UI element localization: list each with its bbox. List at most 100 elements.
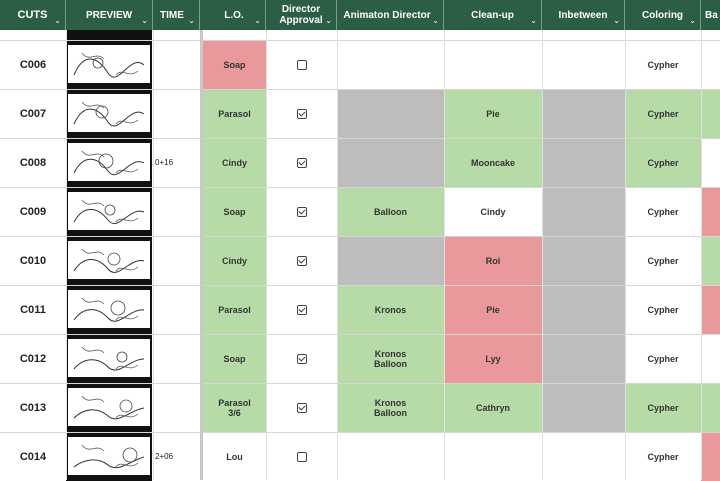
approval-checkbox[interactable] (296, 353, 307, 364)
approval-checkbox[interactable] (296, 451, 307, 462)
ba-cell[interactable] (701, 40, 720, 89)
ba-cell[interactable] (701, 334, 720, 383)
header-time[interactable]: TIME ⌄ (153, 0, 200, 30)
lo-cell[interactable]: Parasol (203, 89, 266, 138)
coloring-cell[interactable]: Cypher (625, 432, 701, 481)
inbetween-cell[interactable] (542, 334, 625, 383)
storyboard-preview[interactable] (66, 138, 152, 187)
lo-cell[interactable] (203, 30, 266, 40)
approval-checkbox[interactable] (296, 59, 307, 70)
animation-director-cell[interactable]: Kronos (337, 285, 444, 334)
chevron-down-icon[interactable]: ⌄ (188, 17, 195, 25)
director-approval-cell[interactable] (266, 383, 337, 432)
header-ba[interactable]: Ba (701, 0, 720, 30)
inbetween-cell[interactable] (542, 40, 625, 89)
chevron-down-icon[interactable]: ⌄ (530, 17, 537, 25)
inbetween-cell[interactable] (542, 236, 625, 285)
director-approval-cell[interactable] (266, 285, 337, 334)
storyboard-preview[interactable] (66, 187, 152, 236)
coloring-cell[interactable]: Cypher (625, 285, 701, 334)
coloring-cell[interactable]: Cypher (625, 334, 701, 383)
chevron-down-icon[interactable]: ⌄ (325, 17, 332, 25)
lo-cell[interactable]: Lou (203, 432, 266, 481)
header-lo[interactable]: L.O. ⌄ (203, 0, 266, 30)
lo-cell[interactable]: Cindy (203, 236, 266, 285)
header-coloring[interactable]: Coloring ⌄ (625, 0, 701, 30)
header-animation-director[interactable]: Animaton Director ⌄ (337, 0, 444, 30)
clean-up-cell[interactable]: Lyy (444, 334, 542, 383)
clean-up-cell[interactable]: Roi (444, 236, 542, 285)
header-inbetween[interactable]: Inbetween ⌄ (542, 0, 625, 30)
chevron-down-icon[interactable]: ⌄ (432, 17, 439, 25)
clean-up-cell[interactable]: Pie (444, 285, 542, 334)
clean-up-cell[interactable] (444, 432, 542, 481)
chevron-down-icon[interactable]: ⌄ (54, 17, 61, 25)
approval-checkbox[interactable] (296, 108, 307, 119)
lo-cell[interactable]: Soap (203, 187, 266, 236)
animation-director-cell[interactable]: Kronos Balloon (337, 334, 444, 383)
coloring-cell[interactable]: Cypher (625, 236, 701, 285)
coloring-cell[interactable]: Cypher (625, 187, 701, 236)
coloring-cell[interactable]: Cypher (625, 40, 701, 89)
coloring-cell[interactable]: Cypher (625, 383, 701, 432)
header-clean-up[interactable]: Clean-up ⌄ (444, 0, 542, 30)
ba-cell[interactable] (701, 285, 720, 334)
storyboard-preview[interactable] (66, 334, 152, 383)
animation-director-cell[interactable] (337, 138, 444, 187)
coloring-cell[interactable]: Cypher (625, 138, 701, 187)
clean-up-cell[interactable]: Mooncake (444, 138, 542, 187)
coloring-cell[interactable]: Cypher (625, 89, 701, 138)
chevron-down-icon[interactable]: ⌄ (254, 17, 261, 25)
frozen-column-divider[interactable] (200, 0, 203, 480)
animation-director-cell[interactable]: Balloon (337, 187, 444, 236)
director-approval-cell[interactable] (266, 138, 337, 187)
animation-director-cell[interactable] (337, 236, 444, 285)
ba-cell[interactable] (701, 89, 720, 138)
approval-checkbox[interactable] (296, 255, 307, 266)
clean-up-cell[interactable]: Pie (444, 89, 542, 138)
clean-up-cell[interactable]: Cathryn (444, 383, 542, 432)
inbetween-cell[interactable] (542, 138, 625, 187)
animation-director-cell[interactable] (337, 89, 444, 138)
clean-up-cell[interactable] (444, 40, 542, 89)
director-approval-cell[interactable] (266, 432, 337, 481)
director-approval-cell[interactable] (266, 40, 337, 89)
director-approval-cell[interactable] (266, 187, 337, 236)
animation-director-cell[interactable]: Kronos Balloon (337, 383, 444, 432)
animation-director-cell[interactable] (337, 432, 444, 481)
animation-director-cell[interactable] (337, 40, 444, 89)
inbetween-cell[interactable] (542, 383, 625, 432)
ba-cell[interactable] (701, 138, 720, 187)
director-approval-cell[interactable] (266, 89, 337, 138)
header-director-approval[interactable]: Director Approval ⌄ (266, 0, 337, 30)
storyboard-preview[interactable] (66, 40, 152, 89)
inbetween-cell[interactable] (542, 432, 625, 481)
chevron-down-icon[interactable]: ⌄ (141, 17, 148, 25)
ba-cell[interactable] (701, 187, 720, 236)
chevron-down-icon[interactable]: ⌄ (613, 17, 620, 25)
inbetween-cell[interactable] (542, 187, 625, 236)
clean-up-cell[interactable]: Cindy (444, 187, 542, 236)
header-preview[interactable]: PREVIEW ⌄ (66, 0, 153, 30)
lo-cell[interactable]: Cindy (203, 138, 266, 187)
inbetween-cell[interactable] (542, 89, 625, 138)
approval-checkbox[interactable] (296, 157, 307, 168)
approval-checkbox[interactable] (296, 402, 307, 413)
approval-checkbox[interactable] (296, 206, 307, 217)
storyboard-preview[interactable] (66, 89, 152, 138)
lo-cell[interactable]: Soap (203, 40, 266, 89)
storyboard-preview[interactable] (66, 236, 152, 285)
director-approval-cell[interactable] (266, 334, 337, 383)
ba-cell[interactable] (701, 383, 720, 432)
inbetween-cell[interactable] (542, 285, 625, 334)
ba-cell[interactable] (701, 236, 720, 285)
director-approval-cell[interactable] (266, 236, 337, 285)
lo-cell[interactable]: Parasol 3/6 (203, 383, 266, 432)
storyboard-preview[interactable] (66, 285, 152, 334)
lo-cell[interactable]: Soap (203, 334, 266, 383)
header-cuts[interactable]: CUTS ⌄ (0, 0, 66, 30)
ba-cell[interactable] (701, 432, 720, 481)
storyboard-preview[interactable] (66, 383, 152, 432)
approval-checkbox[interactable] (296, 304, 307, 315)
lo-cell[interactable]: Parasol (203, 285, 266, 334)
